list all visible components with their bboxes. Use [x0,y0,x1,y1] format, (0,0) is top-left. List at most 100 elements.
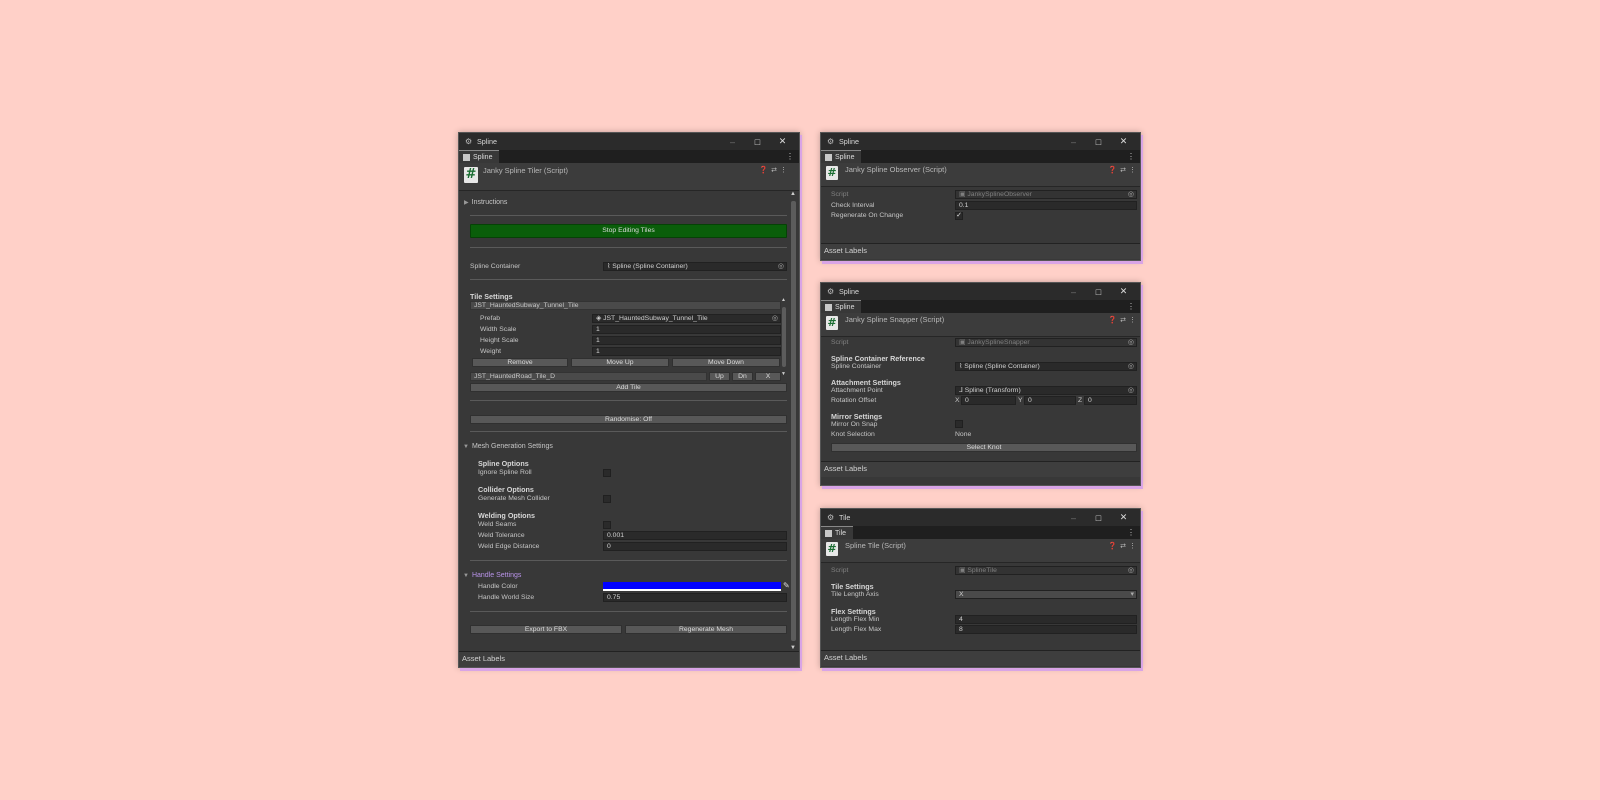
tab-spline[interactable]: Spline [821,300,862,313]
attachment-point-field[interactable]: ⅃ Spline (Transform) ◎ [955,386,1137,395]
move-down-button[interactable]: Move Down [672,358,780,367]
kebab-icon[interactable]: ⋮ [780,166,787,174]
weld-tolerance-field[interactable]: 0.001 [603,531,787,540]
kebab-icon[interactable]: ⋮ [786,152,794,161]
mesh-generation-foldout[interactable]: ▼ Mesh Generation Settings [463,443,553,450]
rotation-y-field[interactable]: 0 [1024,396,1076,405]
window-title: Tile [839,513,851,522]
maximize-button[interactable]: □ [1086,137,1111,147]
help-icon[interactable]: ❓ [1108,166,1117,174]
kebab-icon[interactable]: ⋮ [1129,166,1136,174]
randomise-button[interactable]: Randomise: Off [470,415,787,424]
eyedropper-icon[interactable]: ✎ [783,581,790,590]
width-scale-field[interactable]: 1 [592,325,781,334]
kebab-icon[interactable]: ⋮ [1129,316,1136,324]
dropdown-arrow-icon: ▾ [1130,591,1134,598]
scroll-down-icon[interactable]: ▼ [781,371,786,377]
asset-labels-bar[interactable]: Asset Labels [821,650,1140,666]
weld-edge-distance-field[interactable]: 0 [603,542,787,551]
maximize-button[interactable]: □ [1086,513,1111,523]
tile-length-axis-dropdown[interactable]: X ▾ [955,590,1137,599]
close-button[interactable]: ✕ [1111,512,1136,523]
spline-container-field[interactable]: ⌇ Spline (Spline Container) ◎ [955,362,1137,371]
maximize-button[interactable]: □ [745,137,770,147]
scrollbar-thumb[interactable] [782,307,786,367]
object-picker-icon[interactable]: ◎ [1128,387,1134,394]
handle-settings-foldout[interactable]: ▼ Handle Settings [463,572,521,579]
scroll-up-icon[interactable]: ▲ [781,297,786,303]
title-bar[interactable]: ⚙ Spline – □ ✕ [821,133,1140,150]
title-bar[interactable]: ⚙ Spline – □ ✕ [459,133,799,150]
select-knot-button[interactable]: Select Knot [831,443,1137,452]
help-icon[interactable]: ❓ [1108,316,1117,324]
remove-button[interactable]: Remove [472,358,568,367]
regenerate-on-change-checkbox[interactable]: ✓ [955,212,963,220]
close-button[interactable]: ✕ [770,136,795,147]
asset-labels-bar[interactable]: Asset Labels [459,651,799,667]
check-interval-field[interactable]: 0.1 [955,201,1137,210]
scrollbar-thumb[interactable] [791,201,796,641]
component-header[interactable]: # Janky Spline Snapper (Script) ❓ ⇄ ⋮ [821,313,1140,337]
generate-mesh-collider-checkbox[interactable] [603,495,611,503]
close-button[interactable]: ✕ [1111,136,1136,147]
settings-icon[interactable]: ⇄ [1120,166,1126,174]
delete-tile-button[interactable]: X [755,372,781,381]
tab-spline[interactable]: Spline [459,150,500,163]
length-flex-min-field[interactable]: 4 [955,615,1137,624]
weld-seams-checkbox[interactable] [603,521,611,529]
handle-world-size-field[interactable]: 0.75 [603,593,787,602]
tab-tile[interactable]: Tile [821,526,854,539]
kebab-icon[interactable]: ⋮ [1127,302,1135,311]
rotation-z-field[interactable]: 0 [1084,396,1137,405]
title-bar[interactable]: ⚙ Tile – □ ✕ [821,509,1140,526]
tile-1-foldout[interactable]: JST_HauntedSubway_Tunnel_Tile [470,301,781,310]
prefab-field[interactable]: ◈ JST_HauntedSubway_Tunnel_Tile ◎ [592,314,781,323]
object-picker-icon[interactable]: ◎ [778,263,784,270]
add-tile-button[interactable]: Add Tile [470,383,787,392]
height-scale-field[interactable]: 1 [592,336,781,345]
asset-labels-bar[interactable]: Asset Labels [821,243,1140,259]
tab-spline[interactable]: Spline [821,150,862,163]
unity-icon: ⚙ [827,136,835,146]
close-button[interactable]: ✕ [1111,286,1136,297]
ignore-spline-roll-checkbox[interactable] [603,469,611,477]
settings-icon[interactable]: ⇄ [771,166,777,174]
maximize-button[interactable]: □ [1086,287,1111,297]
regenerate-mesh-button[interactable]: Regenerate Mesh [625,625,787,634]
stop-editing-tiles-button[interactable]: Stop Editing Tiles [470,224,787,238]
component-title: Janky Spline Observer (Script) [845,165,947,174]
minimize-button[interactable]: – [1061,287,1086,297]
kebab-icon[interactable]: ⋮ [1127,152,1135,161]
component-header[interactable]: # Spline Tile (Script) ❓ ⇄ ⋮ [821,539,1140,563]
title-bar[interactable]: ⚙ Spline – □ ✕ [821,283,1140,300]
minimize-button[interactable]: – [1061,513,1086,523]
instructions-foldout[interactable]: ▶ Instructions [464,199,507,206]
tile-2-foldout[interactable]: JST_HauntedRoad_Tile_D [470,372,707,381]
component-header[interactable]: # Janky Spline Tiler (Script) ❓ ⇄ ⋮ [459,163,799,191]
down-button[interactable]: Dn [732,372,753,381]
kebab-icon[interactable]: ⋮ [1129,542,1136,550]
object-picker-icon[interactable]: ◎ [772,315,778,322]
minimize-button[interactable]: – [720,137,745,147]
up-button[interactable]: Up [709,372,730,381]
settings-icon[interactable]: ⇄ [1120,316,1126,324]
move-up-button[interactable]: Move Up [571,358,669,367]
component-header[interactable]: # Janky Spline Observer (Script) ❓ ⇄ ⋮ [821,163,1140,187]
settings-icon[interactable]: ⇄ [1120,542,1126,550]
minimize-button[interactable]: – [1061,137,1086,147]
export-fbx-button[interactable]: Export to FBX [470,625,622,634]
scroll-up-icon[interactable]: ▲ [790,191,796,197]
rotation-x-field[interactable]: 0 [961,396,1016,405]
help-icon[interactable]: ❓ [1108,542,1117,550]
tile-list-scroll[interactable]: ▲ ▼ [781,297,787,385]
mirror-on-snap-checkbox[interactable] [955,420,963,428]
scrollbar[interactable]: ▲ ▼ [790,191,797,651]
handle-color-swatch[interactable] [603,582,781,591]
kebab-icon[interactable]: ⋮ [1127,528,1135,537]
asset-labels-bar[interactable]: Asset Labels [821,461,1140,477]
spline-container-field[interactable]: ⌇ Spline (Spline Container) ◎ [603,262,787,271]
help-icon[interactable]: ❓ [759,166,768,174]
object-picker-icon[interactable]: ◎ [1128,363,1134,370]
weight-field[interactable]: 1 [592,347,781,356]
length-flex-max-field[interactable]: 8 [955,625,1137,634]
